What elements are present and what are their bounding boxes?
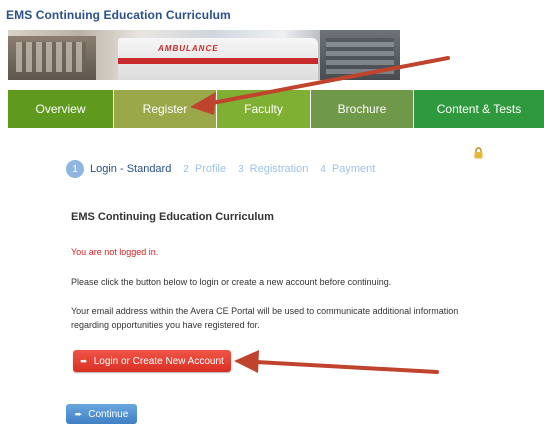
sign-in-icon: ➨ <box>80 355 88 366</box>
banner-building-right <box>320 30 400 80</box>
continue-button[interactable]: ➨ Continue <box>66 404 137 424</box>
nav-tab-register[interactable]: Register <box>114 90 217 128</box>
header-banner: AMBULANCE <box>8 30 400 80</box>
banner-ambulance-stripe <box>118 58 318 64</box>
banner-building-left <box>8 36 96 80</box>
step-number: 2 <box>183 163 189 175</box>
email-notice: Your email address within the Avera CE P… <box>71 306 459 330</box>
sign-in-icon: ➨ <box>74 408 83 419</box>
step-label: Profile <box>194 163 227 175</box>
login-instructions: Please click the button below to login o… <box>71 277 392 287</box>
banner-ambulance-text: AMBULANCE <box>158 44 219 53</box>
step-number: 1 <box>66 160 84 178</box>
step-login: 1 Login - Standard <box>66 160 171 178</box>
lock-icon <box>474 147 483 159</box>
login-button-label: Login or Create New Account <box>93 355 224 367</box>
nav-tab-overview[interactable]: Overview <box>8 90 114 128</box>
step-payment: 4 Payment <box>320 160 375 178</box>
page-title: EMS Continuing Education Curriculum <box>6 8 231 22</box>
step-label: Login - Standard <box>90 163 172 175</box>
step-label: Registration <box>249 163 309 175</box>
registration-steps: 1 Login - Standard 2 Profile 3 Registrat… <box>66 160 387 178</box>
step-number: 3 <box>238 163 244 175</box>
step-number: 4 <box>320 163 326 175</box>
step-registration: 3 Registration <box>238 160 308 178</box>
nav-tab-content-tests[interactable]: Content & Tests <box>414 90 544 128</box>
annotation-arrow-login <box>234 350 439 374</box>
nav-tab-faculty[interactable]: Faculty <box>217 90 311 128</box>
main-nav: Overview Register Faculty Brochure Conte… <box>8 90 544 128</box>
step-label: Payment <box>331 163 376 175</box>
nav-tab-brochure[interactable]: Brochure <box>311 90 414 128</box>
login-status-alert: You are not logged in. <box>71 247 159 257</box>
step-profile: 2 Profile <box>183 160 226 178</box>
section-title: EMS Continuing Education Curriculum <box>71 211 274 223</box>
continue-button-label: Continue <box>88 408 129 420</box>
login-create-account-button[interactable]: ➨ Login or Create New Account <box>73 350 231 372</box>
